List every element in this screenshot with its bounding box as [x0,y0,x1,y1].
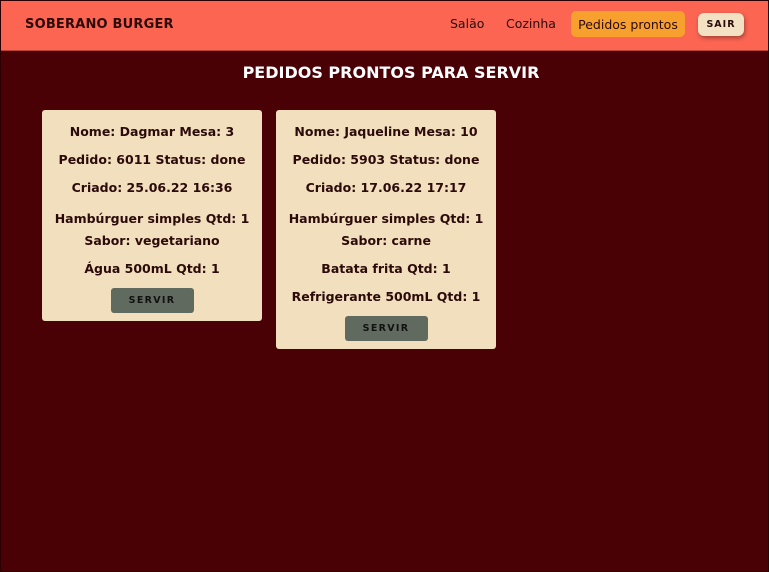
order-item-flavor: Sabor: vegetariano [84,233,220,248]
order-item-product: Hambúrguer simples Qtd: 1 [288,211,484,226]
order-created-at: Criado: 25.06.22 16:36 [71,180,233,195]
order-customer-table: Nome: Dagmar Mesa: 3 [69,124,235,139]
top-navbar: SOBERANO BURGER Salão Cozinha Pedidos pr… [1,1,768,51]
order-item: Hambúrguer simples Qtd: 1 Sabor: carne [276,208,496,252]
brand-logo-text: SOBERANO BURGER [25,17,174,32]
page-title: PEDIDOS PRONTOS PARA SERVIR [242,63,540,82]
nav-salao-link[interactable]: Salão [450,16,484,31]
order-item-product: Refrigerante 500mL Qtd: 1 [291,289,481,304]
order-created-at: Criado: 17.06.22 17:17 [305,180,467,195]
order-number-status: Pedido: 5903 Status: done [292,152,480,167]
nav-cozinha-link[interactable]: Cozinha [506,16,556,31]
nav-pedidos-prontos-link[interactable]: Pedidos prontos [571,11,685,37]
serve-button[interactable]: SERVIR [110,288,194,313]
order-customer-table: Nome: Jaqueline Mesa: 10 [294,124,478,139]
logout-button[interactable]: SAIR [698,13,744,36]
order-item: Água 500mL Qtd: 1 [42,258,262,280]
order-item: Hambúrguer simples Qtd: 1 Sabor: vegetar… [42,208,262,252]
order-item: Batata frita Qtd: 1 [276,258,496,280]
order-card: Nome: Jaqueline Mesa: 10 Pedido: 5903 St… [276,110,496,349]
order-item-product: Batata frita Qtd: 1 [321,261,451,276]
app-frame: SOBERANO BURGER Salão Cozinha Pedidos pr… [0,0,769,572]
order-number-status: Pedido: 6011 Status: done [58,152,246,167]
order-item-product: Água 500mL Qtd: 1 [84,261,220,276]
serve-button[interactable]: SERVIR [344,316,428,341]
order-item-flavor: Sabor: carne [341,233,431,248]
order-item: Refrigerante 500mL Qtd: 1 [276,286,496,308]
order-card: Nome: Dagmar Mesa: 3 Pedido: 6011 Status… [42,110,262,321]
order-item-product: Hambúrguer simples Qtd: 1 [54,211,250,226]
